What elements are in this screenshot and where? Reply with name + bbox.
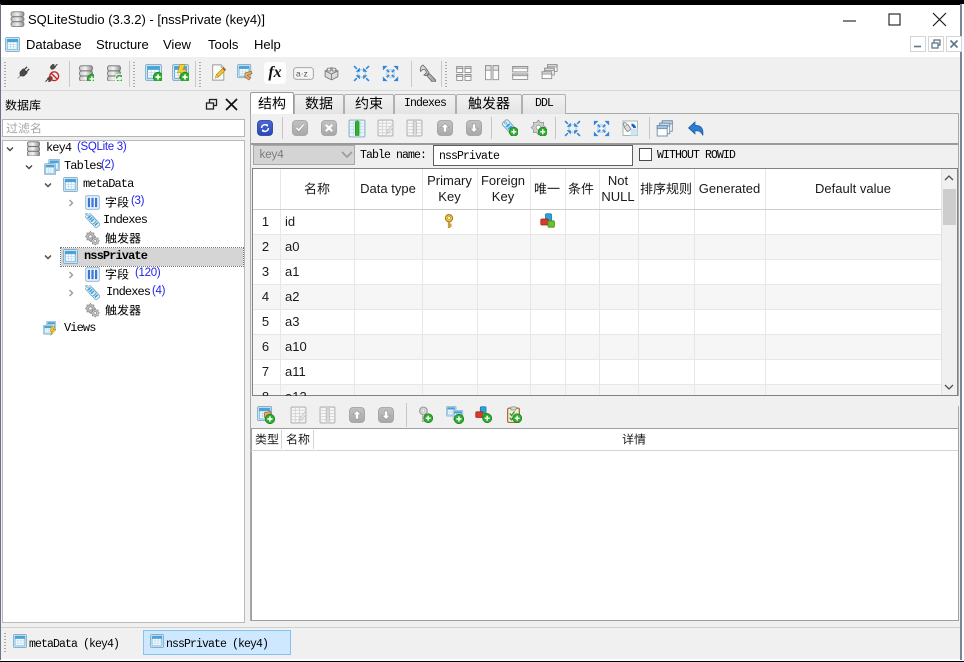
svg-text:a·z: a·z	[296, 69, 308, 79]
